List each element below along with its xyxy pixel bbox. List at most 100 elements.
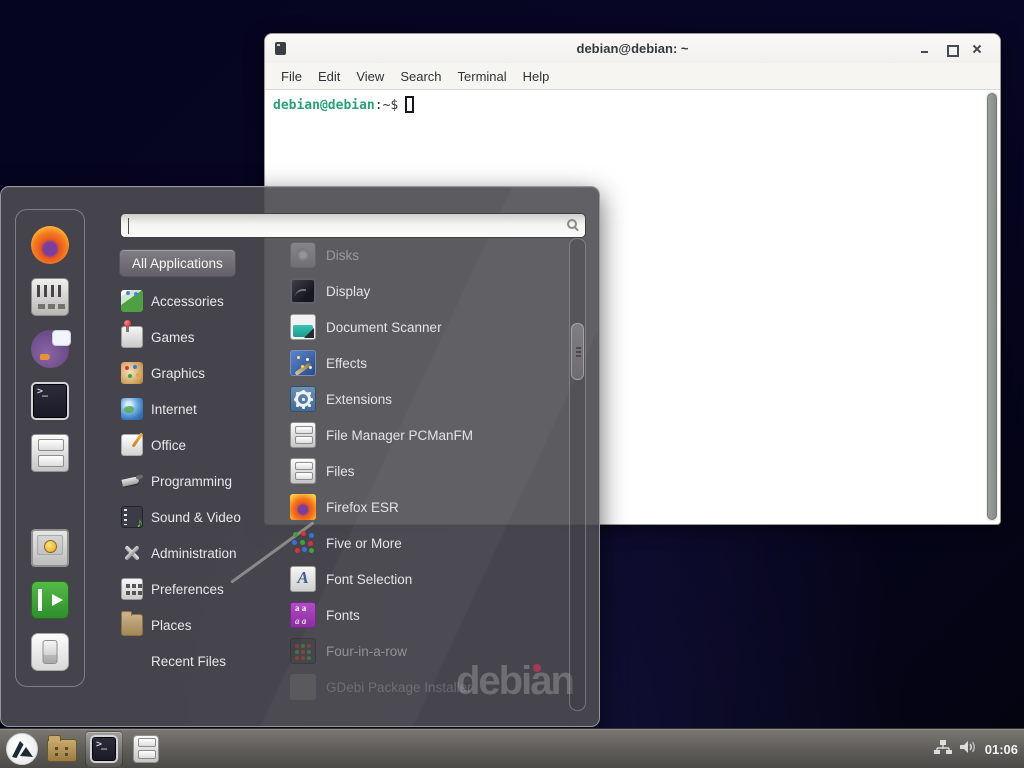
- terminal-menu-item[interactable]: View: [348, 66, 392, 87]
- distro-logo-icon: [6, 733, 38, 765]
- app-font-selection[interactable]: Font Selection: [286, 561, 566, 597]
- maximize-icon[interactable]: [938, 39, 964, 59]
- app-fonts[interactable]: Fonts: [286, 597, 566, 633]
- category-accessories[interactable]: Accessories: [117, 283, 277, 319]
- application-icon: [290, 386, 316, 412]
- terminal-scrollbar[interactable]: [986, 92, 998, 521]
- app-extensions[interactable]: Extensions: [286, 381, 566, 417]
- favorite-lock-screen[interactable]: [31, 529, 69, 567]
- app-display[interactable]: Display: [286, 273, 566, 309]
- category-sound-video[interactable]: Sound & Video: [117, 499, 277, 535]
- application-icon: [290, 278, 316, 304]
- category-icon: [121, 290, 143, 312]
- terminal-menu-item[interactable]: Search: [392, 66, 449, 87]
- category-icon: [121, 650, 143, 672]
- favorite-pidgin[interactable]: [31, 330, 69, 368]
- terminal-scrollbar-thumb[interactable]: [987, 93, 997, 520]
- terminal-menu-item[interactable]: File: [273, 66, 310, 87]
- category-icon: [121, 434, 143, 456]
- app-five-or-more[interactable]: Five or More: [286, 525, 566, 561]
- app-document-scanner[interactable]: Document Scanner: [286, 309, 566, 345]
- terminal-icon: [90, 735, 118, 763]
- favorites-column: [15, 209, 85, 687]
- taskbar: 01:06: [0, 728, 1024, 768]
- system-tray: 01:06: [934, 729, 1018, 768]
- category-preferences[interactable]: Preferences: [117, 571, 277, 607]
- category-icon: [121, 506, 143, 528]
- app-file-manager-pcmanfm[interactable]: File Manager PCManFM: [286, 417, 566, 453]
- favorite-icon: [31, 633, 69, 671]
- app-firefox-esr[interactable]: Firefox ESR: [286, 489, 566, 525]
- search-input[interactable]: [121, 214, 585, 237]
- application-icon: [290, 674, 316, 700]
- search-box[interactable]: [120, 213, 586, 238]
- application-icon: [290, 422, 316, 448]
- terminal-menu-item[interactable]: Help: [515, 66, 558, 87]
- terminal-menu-item[interactable]: Edit: [310, 66, 348, 87]
- favorite-mixer[interactable]: [31, 278, 69, 316]
- category-administration[interactable]: Administration: [117, 535, 277, 571]
- application-icon: [290, 350, 316, 376]
- categories-column: All Applications Accessories Games Graph…: [117, 249, 277, 679]
- taskbar-file-manager-button[interactable]: [45, 731, 79, 767]
- category-internet[interactable]: Internet: [117, 391, 277, 427]
- app-gdebi-package-installer[interactable]: GDebi Package Installer: [286, 669, 566, 705]
- favorite-shutdown[interactable]: [31, 633, 69, 671]
- category-programming[interactable]: Programming: [117, 463, 277, 499]
- category-icon: [121, 326, 143, 348]
- application-icon: [290, 602, 316, 628]
- terminal-cursor: [405, 96, 414, 113]
- category-icon: [121, 362, 143, 384]
- favorite-icon: [31, 382, 69, 420]
- favorite-terminal[interactable]: [31, 382, 69, 420]
- terminal-menubar: File Edit View Search Terminal Help: [265, 63, 1000, 90]
- category-games[interactable]: Games: [117, 319, 277, 355]
- category-places[interactable]: Places: [117, 607, 277, 643]
- favorite-icon: [31, 581, 69, 619]
- app-four-in-a-row[interactable]: Four-in-a-row: [286, 633, 566, 669]
- menu-scrollbar-thumb[interactable]: [571, 323, 584, 380]
- prompt-user-host: debian@debian: [273, 98, 375, 113]
- close-icon[interactable]: [964, 39, 990, 59]
- prompt-suffix: :~$: [375, 98, 398, 113]
- category-graphics[interactable]: Graphics: [117, 355, 277, 391]
- menu-scrollbar[interactable]: [569, 238, 586, 711]
- desktop: debian@debian: ~ File Edit View Search T…: [0, 0, 1024, 768]
- clock[interactable]: 01:06: [985, 742, 1018, 757]
- favorite-firefox[interactable]: [31, 226, 69, 264]
- folder-icon: [47, 739, 77, 762]
- terminal-menu-item[interactable]: Terminal: [450, 66, 515, 87]
- app-effects[interactable]: Effects: [286, 345, 566, 381]
- application-icon: [290, 566, 316, 592]
- app-files[interactable]: Files: [286, 453, 566, 489]
- category-recent-files[interactable]: Recent Files: [117, 643, 277, 679]
- app-disks[interactable]: Disks: [286, 237, 566, 273]
- taskbar-terminal-button[interactable]: [85, 731, 123, 767]
- network-icon[interactable]: [934, 739, 952, 760]
- applications-column: Disks Display Document Scanner Effects: [286, 237, 566, 705]
- application-icon: [290, 242, 316, 268]
- category-icon: [121, 470, 143, 492]
- speaker-icon[interactable]: [960, 740, 977, 759]
- application-icon: [290, 530, 316, 556]
- category-office[interactable]: Office: [117, 427, 277, 463]
- favorite-icon: [31, 529, 69, 567]
- window-title: debian@debian: ~: [265, 41, 1000, 56]
- favorite-file-manager[interactable]: [31, 434, 69, 472]
- category-icon: [121, 542, 143, 564]
- taskbar-files-button[interactable]: [129, 731, 163, 767]
- favorite-logout[interactable]: [31, 581, 69, 619]
- terminal-titlebar[interactable]: debian@debian: ~: [265, 34, 1000, 63]
- favorite-icon: [31, 434, 69, 472]
- text-caret: [128, 218, 129, 234]
- application-icon: [290, 638, 316, 664]
- favorite-icon: [31, 226, 69, 264]
- category-icon: [121, 398, 143, 420]
- category-all-applications[interactable]: All Applications: [119, 249, 236, 277]
- minimize-icon[interactable]: [912, 39, 938, 59]
- file-cabinet-icon: [133, 735, 159, 763]
- category-icon: [121, 614, 143, 636]
- search-icon: [567, 219, 577, 229]
- menu-button[interactable]: [5, 731, 39, 767]
- application-icon: [290, 314, 316, 340]
